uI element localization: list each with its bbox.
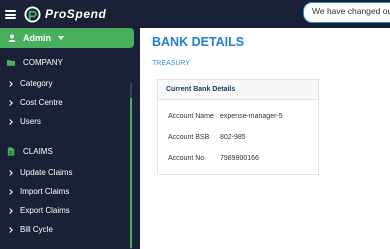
sidebar-item-label: Category xyxy=(20,79,53,88)
top-bar: ProSpend We have changed our n xyxy=(0,0,390,28)
sidebar-item-label: Cost Centre xyxy=(20,98,63,107)
chevron-right-icon xyxy=(7,118,13,125)
sidebar-item-label: Update Claims xyxy=(20,168,73,177)
card-header: Current Bank Details xyxy=(158,80,318,100)
folder-icon xyxy=(7,60,15,66)
sidebar-item-bill-cycle[interactable]: Bill Cycle xyxy=(7,225,53,234)
menu-icon[interactable] xyxy=(5,10,16,19)
notification-banner[interactable]: We have changed our n xyxy=(303,2,390,23)
app-logo[interactable]: ProSpend xyxy=(24,5,106,23)
sidebar-item-export-claims[interactable]: Export Claims xyxy=(7,206,70,215)
chevron-right-icon xyxy=(7,80,13,87)
sidebar-item-label: Import Claims xyxy=(20,187,70,196)
caret-down-icon xyxy=(58,36,64,40)
sidebar-item-update-claims[interactable]: Update Claims xyxy=(7,168,73,177)
breadcrumb-treasury[interactable]: TREASURY xyxy=(152,60,190,67)
prospend-logo-icon xyxy=(24,5,41,23)
chevron-right-icon xyxy=(7,226,13,233)
account-number-row: Account No. 7989800166 xyxy=(168,155,259,162)
account-bsb-row: Account BSB 802-985 xyxy=(168,134,246,141)
chevron-right-icon xyxy=(7,169,13,176)
sidebar-scrollbar-thumb[interactable] xyxy=(130,98,132,248)
account-bsb-value: 802-985 xyxy=(220,134,246,141)
document-icon xyxy=(7,147,15,156)
sidebar-item-cost-centre[interactable]: Cost Centre xyxy=(7,98,63,107)
sidebar-item-label: Export Claims xyxy=(20,206,70,215)
section-company: COMPANY xyxy=(7,58,63,67)
chevron-right-icon xyxy=(7,99,13,106)
page-title: BANK DETAILS xyxy=(152,35,245,49)
sidebar-item-category[interactable]: Category xyxy=(7,79,53,88)
account-name-label: Account Name xyxy=(168,113,214,120)
sidebar-item-label: Bill Cycle xyxy=(20,225,53,234)
section-title: CLAIMS xyxy=(23,147,53,156)
sidebar-item-label: Users xyxy=(20,117,41,126)
section-title: COMPANY xyxy=(23,58,63,67)
account-name-row: Account Name expense-manager-5 xyxy=(168,113,283,120)
user-menu-button[interactable]: Admin xyxy=(0,28,134,48)
user-icon xyxy=(8,34,16,42)
user-name: Admin xyxy=(23,33,51,43)
sidebar-item-users[interactable]: Users xyxy=(7,117,41,126)
sidebar: Admin COMPANY Category Cost Centre Users… xyxy=(0,28,140,249)
bank-details-card: Current Bank Details Account Name expens… xyxy=(157,79,319,175)
account-name-value: expense-manager-5 xyxy=(220,113,283,120)
account-bsb-label: Account BSB xyxy=(168,134,210,141)
account-number-value: 7989800166 xyxy=(220,155,259,162)
sidebar-item-import-claims[interactable]: Import Claims xyxy=(7,187,70,196)
section-claims: CLAIMS xyxy=(7,147,53,156)
chevron-right-icon xyxy=(7,188,13,195)
main-content: BANK DETAILS TREASURY Current Bank Detai… xyxy=(140,28,390,249)
brand-name: ProSpend xyxy=(45,7,107,21)
account-number-label: Account No. xyxy=(168,155,207,162)
chevron-right-icon xyxy=(7,207,13,214)
